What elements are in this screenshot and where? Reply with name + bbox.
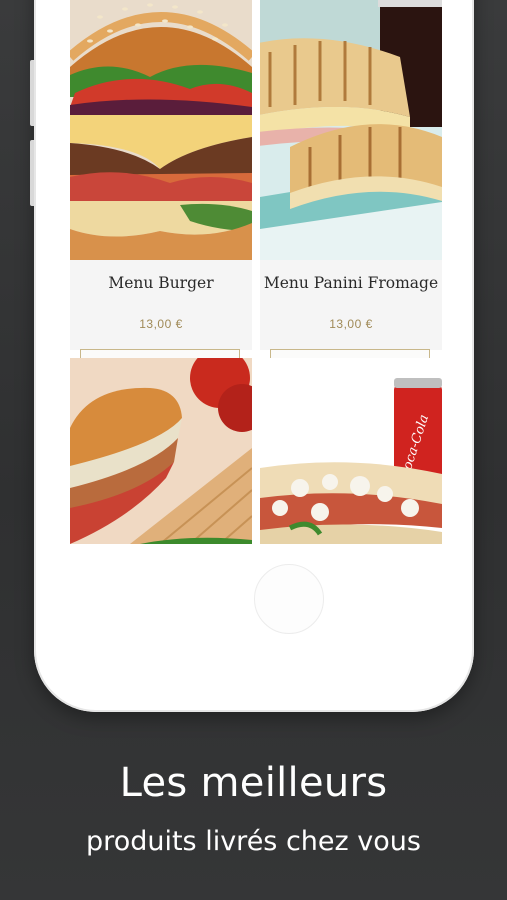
home-button[interactable]: [254, 564, 324, 634]
kebab-image: Coca-Cola: [260, 358, 442, 544]
product-card-panini[interactable]: Menu Panini Fromage 13,00 € AJOUTER: [260, 0, 442, 395]
app-screen: Menu Burger 13,00 € AJOUTER: [62, 0, 446, 605]
product-card-hotdog[interactable]: [70, 358, 252, 544]
product-title: Menu Panini Fromage: [263, 274, 439, 292]
product-card-burger[interactable]: Menu Burger 13,00 € AJOUTER: [70, 0, 252, 395]
promo-headline: Les meilleurs: [119, 760, 388, 806]
burger-bun-bottom: [70, 201, 252, 260]
hotdog-image: [70, 358, 252, 544]
panini-image: [260, 0, 442, 260]
product-price: 13,00 €: [139, 317, 183, 331]
product-price: 13,00 €: [329, 317, 373, 331]
phone-frame: Menu Burger 13,00 € AJOUTER: [30, 0, 474, 712]
promo-subheadline: produits livrés chez vous: [86, 826, 421, 857]
product-title: Menu Burger: [108, 274, 214, 292]
product-card-kebab[interactable]: Coca-Cola: [260, 358, 442, 544]
